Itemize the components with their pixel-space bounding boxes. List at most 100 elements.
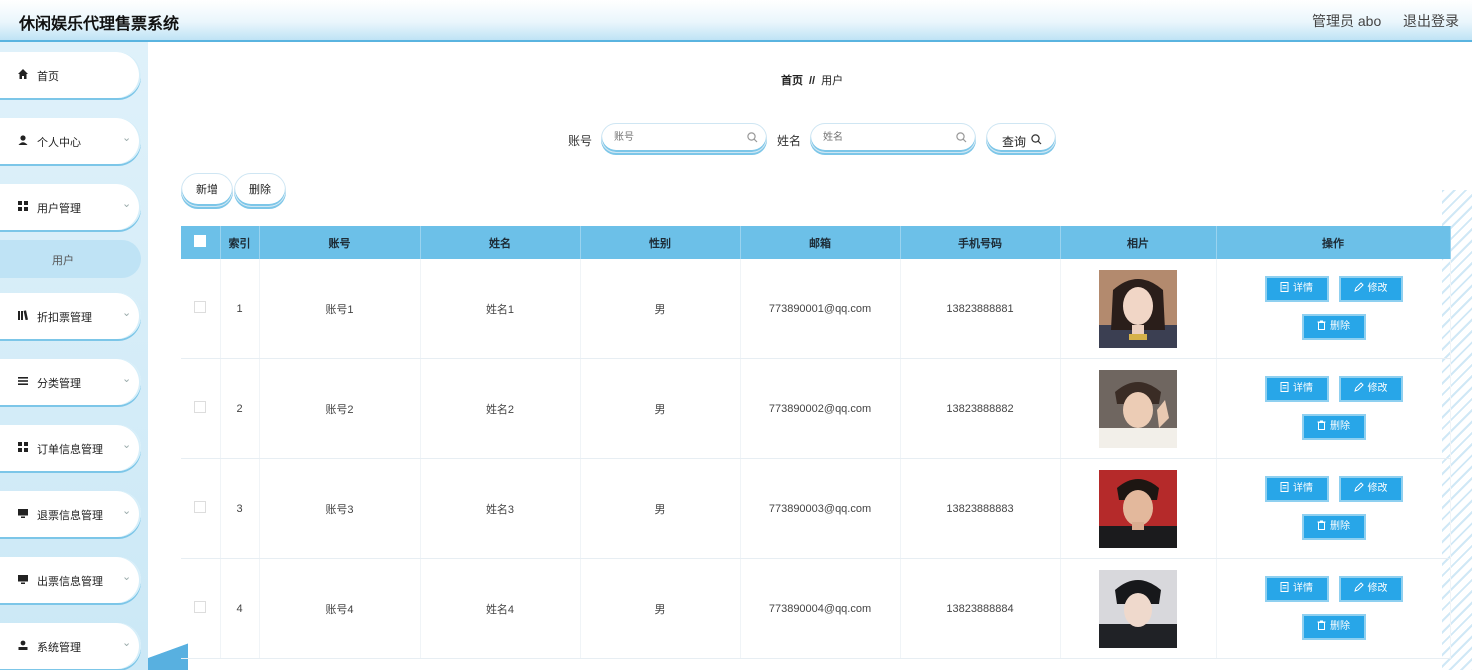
edit-button[interactable]: 修改 xyxy=(1338,576,1403,602)
photo-cell xyxy=(1060,458,1217,559)
sidebar-item-label: 退票信息管理 xyxy=(37,510,103,522)
edit-button-label: 修改 xyxy=(1367,583,1388,594)
document-icon xyxy=(1280,482,1289,492)
sidebar-item-order-management[interactable]: 订单信息管理 ⌄ xyxy=(0,425,141,471)
row-select-cell xyxy=(181,358,221,459)
sidebar-subitem-label: 用户 xyxy=(52,255,74,267)
trash-icon xyxy=(1317,420,1326,430)
user-photo[interactable] xyxy=(1099,269,1177,348)
delete-button[interactable]: 删除 xyxy=(1301,514,1366,540)
row-checkbox[interactable] xyxy=(194,301,207,313)
sidebar-item-refund-management[interactable]: 退票信息管理 ⌄ xyxy=(0,491,141,537)
row-checkbox[interactable] xyxy=(194,401,207,413)
edit-button-label: 修改 xyxy=(1367,383,1388,394)
pencil-icon xyxy=(1353,482,1364,492)
column-header: 索引 xyxy=(220,226,260,259)
person-icon xyxy=(18,135,28,145)
chevron-down-icon: ⌄ xyxy=(122,571,132,583)
batch-delete-button[interactable]: 删除 xyxy=(234,173,286,207)
column-header: 姓名 xyxy=(420,226,581,259)
column-header: 相片 xyxy=(1060,226,1217,259)
sidebar-item-user-management[interactable]: 用户管理 ⌄ xyxy=(0,184,141,230)
sidebar-item-label: 个人中心 xyxy=(37,137,81,149)
gender-cell: 男 xyxy=(580,358,741,459)
search-icon xyxy=(956,132,967,143)
sidebar-item-label: 出票信息管理 xyxy=(37,576,103,588)
delete-button[interactable]: 删除 xyxy=(1301,614,1366,640)
add-button[interactable]: 新增 xyxy=(181,173,233,207)
user-photo[interactable] xyxy=(1099,369,1177,448)
trash-icon xyxy=(1317,320,1326,330)
column-header: 账号 xyxy=(259,226,421,259)
user-photo[interactable] xyxy=(1099,469,1177,548)
column-header: 邮箱 xyxy=(740,226,901,259)
phone-cell: 13823888882 xyxy=(900,358,1061,459)
sidebar-item-ticketing-management[interactable]: 出票信息管理 ⌄ xyxy=(0,557,141,603)
name-search-box xyxy=(810,123,976,153)
delete-button[interactable]: 删除 xyxy=(1301,314,1366,340)
account-search-label: 账号 xyxy=(568,134,593,148)
breadcrumb-home[interactable]: 首页 xyxy=(781,75,803,87)
user-photo[interactable] xyxy=(1099,569,1177,648)
sidebar-item-label: 系统管理 xyxy=(37,642,81,654)
operations-cell: 详情 修改 删除 xyxy=(1216,259,1451,359)
sidebar-item-label: 用户管理 xyxy=(37,203,81,215)
pencil-icon xyxy=(1353,382,1364,392)
delete-button[interactable]: 删除 xyxy=(1301,414,1366,440)
account-search-box xyxy=(601,123,767,153)
edit-button[interactable]: 修改 xyxy=(1338,276,1403,302)
table-row: 4 账号4 姓名4 男 773890004@qq.com 13823888884… xyxy=(181,558,1451,659)
phone-cell: 13823888881 xyxy=(900,259,1061,359)
document-icon xyxy=(1280,582,1289,592)
logout-link[interactable]: 退出登录 xyxy=(1403,11,1459,31)
sidebar-item-label: 订单信息管理 xyxy=(37,444,103,456)
account-cell: 账号4 xyxy=(259,558,421,659)
photo-cell xyxy=(1060,259,1217,359)
chevron-down-icon: ⌄ xyxy=(122,198,132,210)
column-header: 操作 xyxy=(1216,226,1451,259)
detail-button[interactable]: 详情 xyxy=(1264,276,1329,302)
sidebar-item-category-management[interactable]: 分类管理 ⌄ xyxy=(0,359,141,405)
select-all-checkbox[interactable] xyxy=(194,235,207,247)
monitor-icon xyxy=(18,509,28,518)
pencil-icon xyxy=(1353,582,1364,592)
breadcrumb: 首页 // 用户 xyxy=(781,72,843,88)
edit-button[interactable]: 修改 xyxy=(1338,476,1403,502)
sidebar-item-discount-tickets[interactable]: 折扣票管理 ⌄ xyxy=(0,293,141,339)
photo-cell xyxy=(1060,558,1217,659)
app-title: 休闲娱乐代理售票系统 xyxy=(19,16,180,33)
user-settings-icon xyxy=(18,640,28,650)
row-checkbox[interactable] xyxy=(194,501,207,513)
email-cell: 773890002@qq.com xyxy=(740,358,901,459)
detail-button-label: 详情 xyxy=(1293,583,1313,594)
gender-cell: 男 xyxy=(580,558,741,659)
account-cell: 账号3 xyxy=(259,458,421,559)
name-search-label: 姓名 xyxy=(777,134,802,148)
account-search-input[interactable] xyxy=(612,131,746,144)
edit-button[interactable]: 修改 xyxy=(1338,376,1403,402)
sidebar-item-label: 折扣票管理 xyxy=(37,312,92,324)
detail-button[interactable]: 详情 xyxy=(1264,376,1329,402)
row-checkbox[interactable] xyxy=(194,601,207,613)
detail-button-label: 详情 xyxy=(1293,283,1313,294)
detail-button[interactable]: 详情 xyxy=(1264,476,1329,502)
name-search-input[interactable] xyxy=(821,131,955,144)
account-cell: 账号2 xyxy=(259,358,421,459)
operations-cell: 详情 修改 删除 xyxy=(1216,458,1451,559)
sidebar-item-home[interactable]: 首页 xyxy=(0,52,141,98)
photo-cell xyxy=(1060,358,1217,459)
monitor-icon xyxy=(18,575,28,584)
sidebar-item-system-management[interactable]: 系统管理 ⌄ xyxy=(0,623,141,669)
name-cell: 姓名2 xyxy=(420,358,581,459)
books-icon xyxy=(18,310,28,320)
detail-button-label: 详情 xyxy=(1293,483,1313,494)
detail-button[interactable]: 详情 xyxy=(1264,576,1329,602)
account-cell: 账号1 xyxy=(259,259,421,359)
operations-cell: 详情 修改 删除 xyxy=(1216,358,1451,459)
table-header-row: 索引 账号 姓名 性别 邮箱 手机号码 相片 操作 xyxy=(181,226,1451,259)
breadcrumb-current: 用户 xyxy=(821,75,844,87)
sidebar-item-personal-center[interactable]: 个人中心 ⌄ xyxy=(0,118,141,164)
query-button[interactable]: 查询 xyxy=(986,123,1056,153)
sidebar-subitem-users[interactable]: 用户 xyxy=(0,240,141,278)
admin-user-label: 管理员 abo xyxy=(1312,13,1382,29)
